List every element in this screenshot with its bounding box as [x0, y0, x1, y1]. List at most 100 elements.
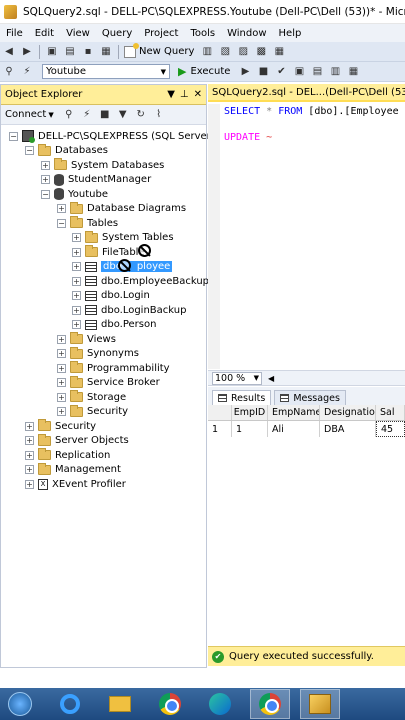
collapse-icon[interactable]: − [41, 189, 50, 199]
tree-node-storage[interactable]: + Storage [57, 390, 126, 405]
new-query-button[interactable]: New Query [124, 42, 194, 58]
table-row[interactable]: 1 1 Ali DBA 45 [208, 421, 405, 437]
tab-results[interactable]: Results [212, 390, 272, 405]
menu-edit[interactable]: Edit [29, 28, 60, 39]
tree-node-synonyms[interactable]: + Synonyms [57, 346, 139, 362]
parse-checkmark-icon[interactable]: ✔ [274, 65, 288, 79]
expand-icon[interactable]: + [72, 320, 81, 330]
menu-window[interactable]: Window [221, 28, 272, 39]
menu-file[interactable]: File [0, 28, 29, 39]
pin-icon[interactable]: ⊥ [180, 89, 189, 100]
connect-object-icon[interactable]: ⚲ [62, 108, 76, 122]
forward-icon[interactable]: ▶ [20, 45, 34, 59]
tree-node-views[interactable]: + Views [57, 332, 116, 347]
dmx-query-icon[interactable]: ▨ [236, 45, 250, 59]
tree-node-server-objects[interactable]: + Server Objects [25, 433, 129, 449]
expand-icon[interactable]: + [57, 349, 66, 359]
tree-node-security-db[interactable]: + Security [57, 404, 128, 420]
expand-icon[interactable]: + [57, 378, 66, 388]
back-icon[interactable]: ◀ [2, 45, 16, 59]
grid-cell[interactable]: 45 [376, 421, 405, 437]
grid-header-cell[interactable]: EmpName [268, 405, 320, 420]
tree-node-dbo-login-backup[interactable]: + dbo.LoginBackup [72, 303, 186, 318]
tree-node-management[interactable]: + Management [25, 462, 121, 478]
menu-tools[interactable]: Tools [184, 28, 221, 39]
tree-node-databases[interactable]: − Databases [25, 143, 108, 159]
taskbar-ssms[interactable] [300, 689, 340, 719]
sql-code-editor[interactable]: SELECT * FROM [dbo].[Employee UPDATE ~ [208, 104, 405, 369]
disconnect-icon[interactable]: ⚡ [20, 65, 34, 79]
taskbar-file-explorer[interactable] [100, 689, 140, 719]
available-databases-select[interactable]: Youtube ▼ [42, 64, 170, 79]
tree-node-dbo-person[interactable]: + dbo.Person [72, 318, 156, 333]
grid-cell[interactable]: DBA [320, 421, 376, 437]
grid-cell[interactable]: Ali [268, 421, 320, 437]
expand-icon[interactable]: + [41, 160, 50, 170]
save-icon[interactable]: ▪ [81, 45, 95, 59]
chevron-down-icon[interactable]: ▼ [48, 111, 53, 119]
collapse-icon[interactable]: − [25, 146, 34, 156]
tree-node-system-tables[interactable]: + System Tables [72, 230, 174, 246]
taskbar-chrome-active[interactable] [250, 689, 290, 719]
expand-icon[interactable]: + [57, 407, 66, 417]
expand-icon[interactable]: + [57, 204, 66, 214]
close-icon[interactable]: ✕ [194, 89, 202, 100]
dropdown-icon[interactable]: ▼ [167, 89, 175, 100]
zoom-select[interactable]: 100 % ▼ [212, 371, 262, 385]
stop-icon[interactable]: ■ [98, 108, 112, 122]
grid-header-cell[interactable]: Designation [320, 405, 376, 420]
filter-icon[interactable]: ▼ [116, 108, 130, 122]
grid-header-cell[interactable]: EmpID [232, 405, 268, 420]
expand-icon[interactable]: + [57, 392, 66, 402]
database-engine-query-icon[interactable]: ▥ [200, 45, 214, 59]
expand-icon[interactable]: + [25, 465, 34, 475]
das-query-icon[interactable]: ▦ [272, 45, 286, 59]
expand-icon[interactable]: + [57, 363, 66, 373]
tree-node-security[interactable]: + Security [25, 419, 96, 434]
connect-button[interactable]: Connect [5, 109, 46, 120]
estimated-plan-icon[interactable]: ▣ [292, 65, 306, 79]
expand-icon[interactable]: + [72, 276, 81, 286]
expand-icon[interactable]: + [41, 175, 50, 185]
tree-node-replication[interactable]: + Replication [25, 448, 110, 463]
tree-node-programmability[interactable]: + Programmability [57, 361, 170, 376]
menu-query[interactable]: Query [96, 28, 138, 39]
taskbar-chrome[interactable] [150, 689, 190, 719]
menu-help[interactable]: Help [273, 28, 308, 39]
tree-node-server[interactable]: − DELL-PC\SQLEXPRESS (SQL Server 11.0 [9, 129, 236, 144]
expand-icon[interactable]: + [57, 334, 66, 344]
execute-button[interactable]: ▶ Execute [178, 65, 230, 78]
mdx-query-icon[interactable]: ▧ [218, 45, 232, 59]
results-to-grid-icon[interactable]: ▦ [346, 65, 360, 79]
new-project-icon[interactable]: ▣ [45, 45, 59, 59]
disconnect-object-icon[interactable]: ⚡ [80, 108, 94, 122]
results-to-text-icon[interactable]: ▥ [328, 65, 342, 79]
tree-node-youtube[interactable]: − Youtube [41, 187, 108, 202]
tree-node-file-tables[interactable]: + FileTable [72, 245, 145, 260]
menu-project[interactable]: Project [138, 28, 184, 39]
tree-node-student-manager[interactable]: + StudentManager [41, 173, 151, 188]
collapse-icon[interactable]: − [57, 218, 66, 228]
expand-icon[interactable]: + [25, 450, 34, 460]
expand-icon[interactable]: + [72, 291, 81, 301]
expand-icon[interactable]: + [25, 421, 34, 431]
open-file-icon[interactable]: ▤ [63, 45, 77, 59]
taskbar-internet-explorer[interactable] [50, 689, 90, 719]
tab-messages[interactable]: Messages [274, 390, 346, 405]
query-document-tab[interactable]: SQLQuery2.sql - DEL...(Dell-PC\Dell (53)… [208, 84, 405, 102]
tree-node-dbo-login[interactable]: + dbo.Login [72, 289, 150, 304]
tree-node-service-broker[interactable]: + Service Broker [57, 375, 160, 391]
expand-icon[interactable]: + [72, 305, 81, 315]
expand-icon[interactable]: + [72, 262, 81, 272]
save-all-icon[interactable]: ▦ [99, 45, 113, 59]
tree-node-database-diagrams[interactable]: + Database Diagrams [57, 201, 186, 217]
grid-cell[interactable]: 1 [232, 421, 268, 437]
expand-icon[interactable]: + [72, 247, 81, 257]
refresh-icon[interactable]: ↻ [134, 108, 148, 122]
cancel-query-icon[interactable]: ■ [256, 65, 270, 79]
grid-header-cell[interactable]: Sal [376, 405, 405, 420]
connect-icon[interactable]: ⚲ [2, 65, 16, 79]
query-options-icon[interactable]: ▤ [310, 65, 324, 79]
tree-node-xevent-profiler[interactable]: + X XEvent Profiler [25, 477, 126, 492]
xmla-query-icon[interactable]: ▩ [254, 45, 268, 59]
